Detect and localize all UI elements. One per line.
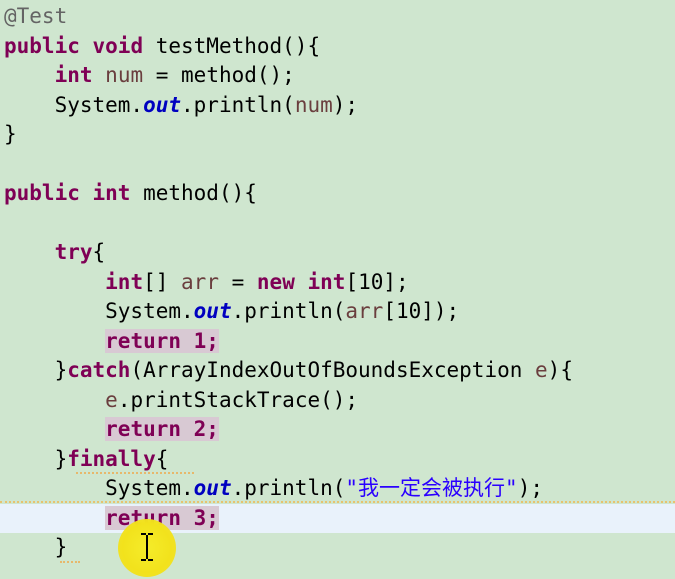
code-token: .println( (231, 476, 346, 500)
finally-warning-underline (76, 470, 194, 474)
code-token: return 2; (105, 417, 219, 441)
code-token: try (54, 240, 93, 264)
code-token: } (4, 122, 17, 146)
code-token: ); (517, 476, 543, 500)
code-token: out (143, 92, 182, 117)
code-token: int (92, 181, 131, 205)
code-token: .printStackTrace(); (117, 387, 359, 412)
code-line[interactable]: } (0, 533, 675, 563)
code-token: ){ (547, 358, 573, 382)
code-token: arr (345, 299, 384, 323)
code-token: int (307, 269, 346, 294)
code-line[interactable]: System.out.println(num); (0, 91, 675, 121)
code-line[interactable]: int[] arr = new int[10]; (0, 268, 675, 298)
code-token: out (193, 299, 232, 323)
code-token: [] (143, 269, 182, 294)
code-line[interactable]: public int method(){ (0, 179, 675, 209)
code-line[interactable]: public void testMethod(){ (0, 32, 675, 62)
code-token: ); (332, 92, 359, 117)
code-line[interactable]: e.printStackTrace(); (0, 386, 675, 416)
code-token: finally (67, 446, 156, 471)
code-token: e (535, 358, 548, 382)
code-token: [10]; (345, 269, 409, 294)
code-line[interactable]: int num = method(); (0, 61, 675, 91)
code-token: "我一定会被执行" (345, 476, 518, 500)
code-token: (ArrayIndexOutOfBoundsException (130, 358, 536, 382)
code-token: num (294, 92, 333, 117)
code-token: [10]); (383, 299, 460, 323)
code-token: out (193, 476, 232, 500)
code-token: int (54, 63, 93, 87)
code-token: catch (67, 358, 131, 382)
code-line[interactable]: System.out.println(arr[10]); (0, 297, 675, 327)
code-line[interactable] (0, 150, 675, 180)
return-warning-underline (0, 499, 675, 503)
code-token: int (105, 269, 144, 294)
code-token: { (92, 240, 106, 264)
code-token: .println( (181, 92, 295, 117)
code-line[interactable]: } (0, 120, 675, 150)
code-token: arr (181, 269, 219, 294)
code-token: method(){ (130, 181, 257, 205)
code-token: System. (4, 299, 194, 323)
brace-warning-underline (60, 559, 80, 563)
code-line[interactable]: }catch(ArrayIndexOutOfBoundsException e)… (0, 356, 675, 386)
code-line[interactable]: return 1; (0, 327, 675, 357)
code-token: System. (4, 476, 194, 500)
code-line[interactable]: try{ (0, 238, 675, 268)
code-line[interactable]: return 3; (0, 503, 675, 533)
code-token: testMethod(){ (143, 33, 321, 58)
code-token: } (4, 446, 68, 471)
code-token: .println( (231, 299, 346, 323)
code-line[interactable]: @Test (0, 2, 675, 32)
code-token: return 1; (105, 328, 219, 353)
code-token: new (256, 269, 295, 294)
code-token: public (4, 33, 80, 58)
code-token: } (4, 535, 68, 559)
code-token: void (92, 33, 144, 58)
code-token: = (218, 269, 257, 294)
code-token: e (105, 387, 118, 412)
code-token: public (4, 181, 80, 205)
code-line[interactable] (0, 209, 675, 239)
code-token: num (105, 63, 144, 87)
code-token: { (155, 446, 169, 471)
code-line[interactable]: return 2; (0, 415, 675, 445)
code-token: System. (4, 92, 144, 117)
code-token: = method(); (143, 63, 295, 87)
text-cursor-icon (141, 533, 153, 561)
code-token: } (4, 358, 68, 382)
code-token: @Test (4, 4, 68, 28)
code-editor[interactable]: @Test public void testMethod(){ int num =… (0, 0, 675, 579)
